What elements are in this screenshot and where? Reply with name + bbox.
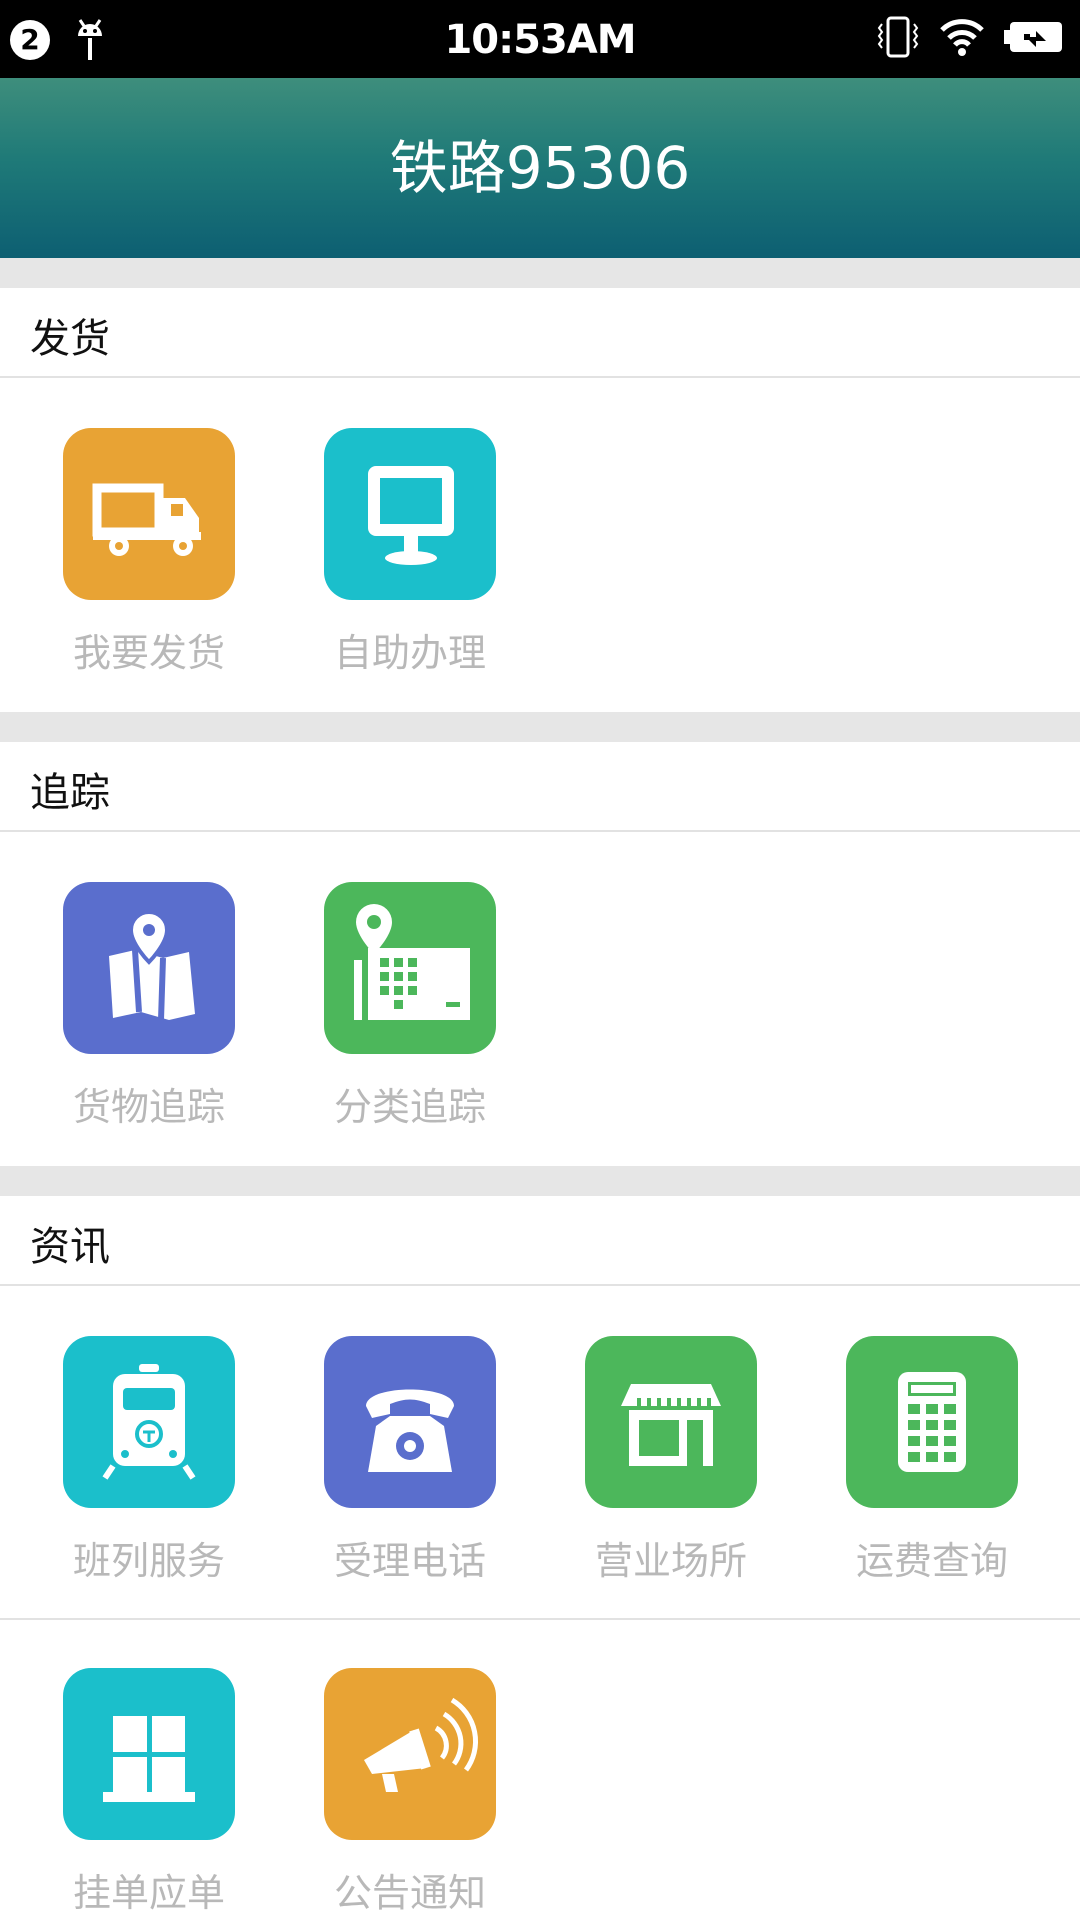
page-title: 铁路95306	[389, 134, 691, 202]
tile-label: 班列服务	[72, 1539, 225, 1583]
truck-icon	[63, 428, 235, 600]
section-gap	[0, 712, 1080, 742]
section-header: 发货	[0, 288, 1080, 378]
tile-train-service[interactable]: 班列服务	[30, 1336, 260, 1583]
tile-freight-query[interactable]: 运费查询	[813, 1336, 1043, 1583]
tile-self-service[interactable]: 自助办理	[291, 428, 521, 675]
tile-label: 挂单应单	[72, 1871, 225, 1915]
wifi-icon	[940, 19, 984, 56]
section-info: 资讯 班列服务 受理电话 营业场所 运费查询 挂单应单 公告通知	[0, 1196, 1080, 1920]
vibrate-icon	[877, 16, 919, 58]
status-bar: 2 10:53AM	[0, 0, 1080, 78]
tile-label: 公告通知	[333, 1871, 486, 1915]
tile-ship-goods[interactable]: 我要发货	[30, 428, 260, 675]
battery-charging-icon	[1004, 22, 1062, 52]
section-gap	[0, 1166, 1080, 1196]
tile-label: 营业场所	[594, 1539, 747, 1583]
monitor-icon	[324, 428, 496, 600]
window-grid-icon	[63, 1668, 235, 1840]
section-title: 追踪	[30, 770, 110, 816]
tile-cargo-tracking[interactable]: 货物追踪	[30, 882, 260, 1129]
tile-label: 我要发货	[72, 631, 225, 675]
section-shipping: 发货 我要发货 自助办理	[0, 288, 1080, 712]
tile-label: 分类追踪	[333, 1085, 486, 1129]
tile-announcements[interactable]: 公告通知	[291, 1668, 521, 1915]
section-tracking: 追踪 货物追踪 分类追踪	[0, 742, 1080, 1166]
tile-business-outlets[interactable]: 营业场所	[552, 1336, 782, 1583]
train-icon	[63, 1336, 235, 1508]
megaphone-icon	[324, 1668, 496, 1840]
tile-category-tracking[interactable]: 分类追踪	[291, 882, 521, 1129]
title-bar: 铁路95306	[0, 78, 1080, 258]
tile-service-phone[interactable]: 受理电话	[291, 1336, 521, 1583]
tile-label: 自助办理	[333, 631, 486, 675]
section-header: 追踪	[0, 742, 1080, 832]
section-title: 发货	[30, 316, 110, 362]
tile-label: 货物追踪	[72, 1085, 225, 1129]
section-header: 资讯	[0, 1196, 1080, 1286]
tile-label: 受理电话	[333, 1539, 486, 1583]
telephone-icon	[324, 1336, 496, 1508]
tile-order-matching[interactable]: 挂单应单	[30, 1668, 260, 1915]
section-gap	[0, 258, 1080, 288]
tile-label: 运费查询	[855, 1539, 1008, 1583]
section-title: 资讯	[30, 1224, 110, 1270]
store-icon	[585, 1336, 757, 1508]
map-pin-icon	[63, 882, 235, 1054]
calculator-icon	[846, 1336, 1018, 1508]
location-building-icon	[324, 882, 496, 1054]
row-divider	[0, 1618, 1080, 1620]
